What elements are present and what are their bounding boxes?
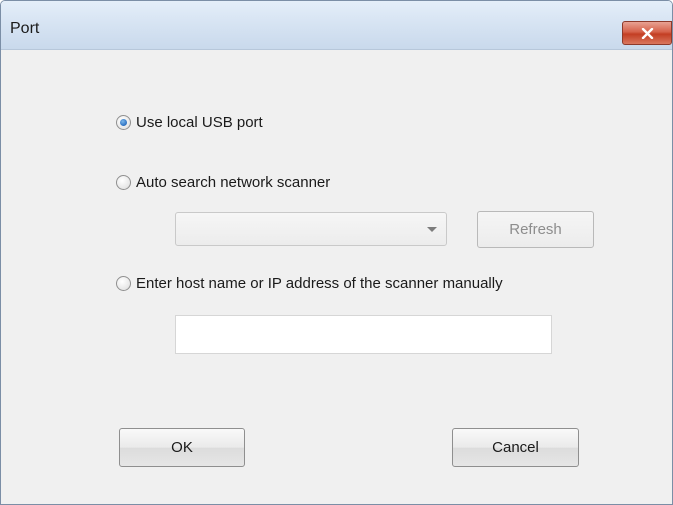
- cancel-button[interactable]: Cancel: [452, 428, 579, 467]
- dialog-title: Port: [10, 20, 40, 37]
- usb-port-option[interactable]: Use local USB port: [116, 114, 263, 131]
- ok-button[interactable]: OK: [119, 428, 245, 467]
- close-x-icon: [641, 28, 654, 39]
- auto-search-radio[interactable]: [116, 175, 131, 190]
- refresh-button[interactable]: Refresh: [477, 211, 594, 248]
- network-scanner-dropdown[interactable]: [175, 212, 447, 246]
- usb-port-radio[interactable]: [116, 115, 131, 130]
- refresh-label: Refresh: [509, 221, 562, 238]
- auto-search-label: Auto search network scanner: [136, 174, 331, 191]
- port-dialog: Port Use local USB port Auto search netw…: [0, 0, 673, 505]
- ok-label: OK: [171, 439, 193, 456]
- chevron-down-icon: [427, 227, 437, 232]
- cancel-label: Cancel: [492, 439, 539, 456]
- title-bar[interactable]: Port: [1, 1, 672, 50]
- dialog-body: Use local USB port Auto search network s…: [10, 50, 672, 504]
- auto-search-option[interactable]: Auto search network scanner: [116, 174, 330, 191]
- host-ip-input[interactable]: [175, 315, 552, 354]
- manual-host-radio[interactable]: [116, 276, 131, 291]
- usb-port-label: Use local USB port: [136, 114, 263, 131]
- manual-host-label: Enter host name or IP address of the sca…: [136, 275, 503, 292]
- manual-host-option[interactable]: Enter host name or IP address of the sca…: [116, 275, 503, 292]
- close-button[interactable]: [622, 21, 672, 45]
